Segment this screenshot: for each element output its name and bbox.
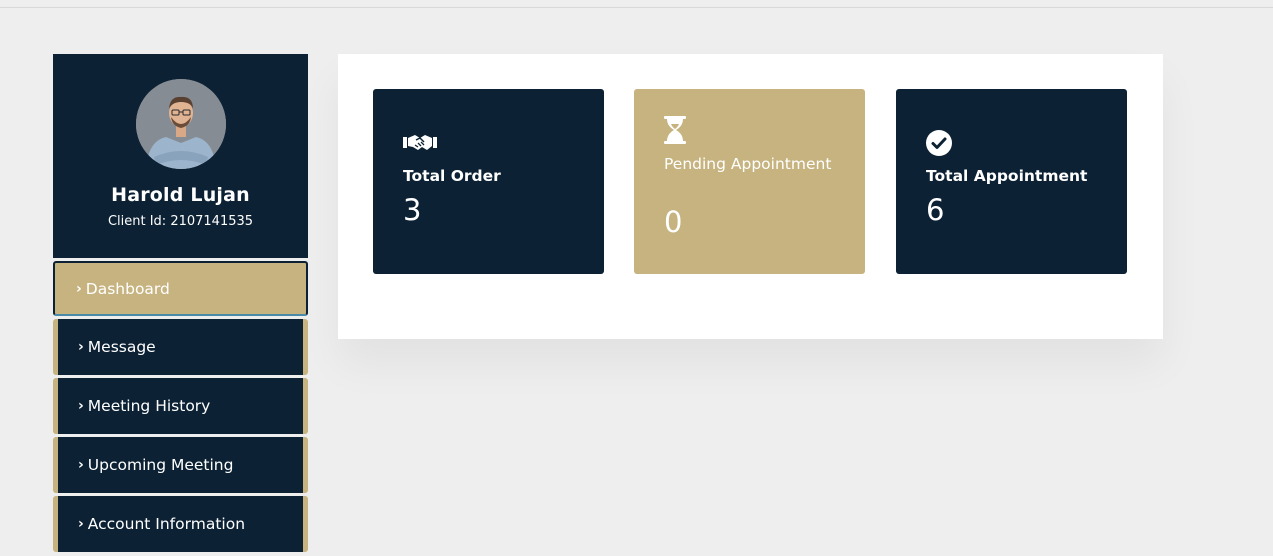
sidebar: Harold Lujan Client Id: 2107141535 › Das… [53,54,308,555]
sidebar-nav: › Dashboard › Message › Meeting History … [53,261,308,552]
hourglass-icon [664,116,686,148]
stat-value: 6 [926,193,945,227]
stat-label: Total Appointment [926,167,1088,185]
stat-label: Total Order [403,167,501,185]
sidebar-item-label: Upcoming Meeting [87,456,234,474]
profile-card: Harold Lujan Client Id: 2107141535 [53,54,308,258]
sidebar-item-label: Message [87,338,156,356]
sidebar-item-label: Meeting History [87,397,211,415]
sidebar-item-dashboard[interactable]: › Dashboard [53,261,308,316]
sidebar-item-label: Dashboard [85,279,170,298]
chevron-right-icon: › [78,516,84,532]
stat-label: Pending Appointment [664,155,832,173]
avatar-image [135,79,226,169]
chevron-right-icon: › [78,457,84,473]
dashboard-panel: Total Order 3 Pending Appointment 0 Tota… [338,54,1163,339]
sidebar-item-account-information[interactable]: › Account Information [53,496,308,552]
stat-card-total-order[interactable]: Total Order 3 [373,89,604,274]
stat-value: 3 [403,193,422,227]
sidebar-item-message[interactable]: › Message [53,319,308,375]
profile-name: Harold Lujan [111,184,250,206]
stat-card-total-appointment[interactable]: Total Appointment 6 [896,89,1127,274]
avatar [135,79,226,169]
sidebar-item-meeting-history[interactable]: › Meeting History [53,378,308,434]
stat-card-pending-appointment[interactable]: Pending Appointment 0 [634,89,865,274]
chevron-right-icon: › [76,280,82,297]
sidebar-item-upcoming-meeting[interactable]: › Upcoming Meeting [53,437,308,493]
top-divider [0,7,1273,8]
chevron-right-icon: › [78,339,84,355]
check-circle-icon [926,130,952,160]
chevron-right-icon: › [78,398,84,414]
sidebar-item-label: Account Information [87,515,246,533]
client-id: Client Id: 2107141535 [107,214,254,229]
handshake-icon [403,131,437,157]
stat-value: 0 [664,205,683,239]
